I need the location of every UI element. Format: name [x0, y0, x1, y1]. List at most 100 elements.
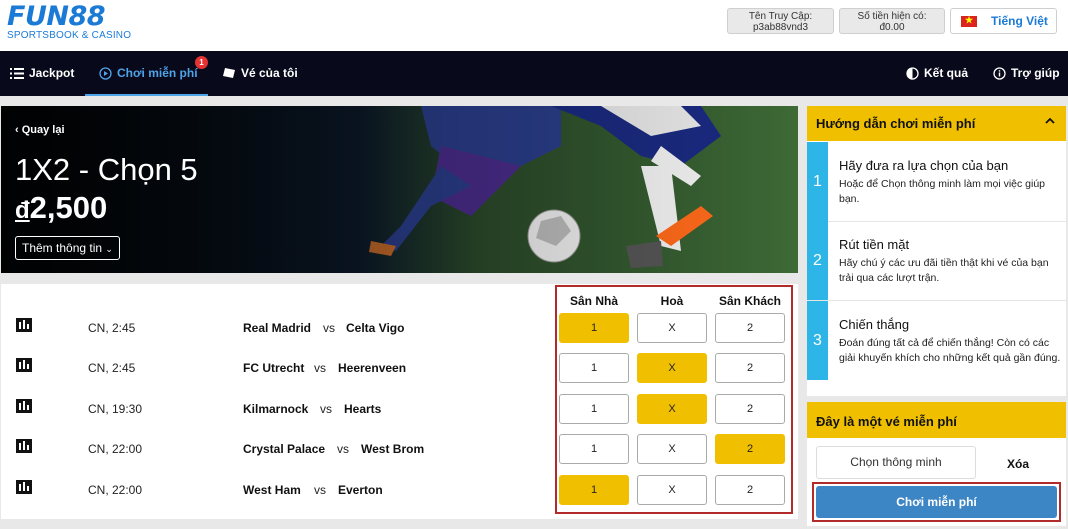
- match-time: CN, 22:00: [88, 442, 143, 456]
- away-team: Heerenveen: [338, 361, 407, 375]
- step-description: Hoặc để Chọn thông minh làm mọi việc giú…: [839, 178, 1046, 205]
- home-team: Kilmarnock: [243, 402, 309, 416]
- step-number: 1: [807, 142, 828, 221]
- ticket-title: Đây là một vé miễn phí: [807, 402, 1066, 438]
- balance-label: Số tiền hiện có:: [857, 11, 927, 22]
- nav-free-play-label: Chơi miễn phí: [117, 66, 198, 80]
- col-header-draw: Hoà: [660, 294, 684, 308]
- odds-away-button[interactable]: 2: [715, 313, 785, 343]
- logo-tagline: SPORTSBOOK & CASINO: [7, 30, 132, 41]
- nav-jackpot-label: Jackpot: [29, 66, 75, 80]
- nav-results-label: Kết quả: [924, 66, 969, 80]
- nav-results[interactable]: Kết quả: [906, 66, 968, 80]
- odds-draw-button[interactable]: X: [637, 394, 707, 424]
- stats-icon[interactable]: [16, 358, 32, 372]
- nav-my-tickets[interactable]: Vé của tôi: [222, 66, 298, 80]
- odds-away-button[interactable]: 2: [715, 394, 785, 424]
- currency-symbol: đ: [15, 197, 30, 224]
- prize-amount: đ2,500: [15, 190, 107, 226]
- step-description: Hãy chú ý các ưu đãi tiền thật khi vé củ…: [839, 257, 1049, 284]
- vs-label: vs: [337, 442, 349, 456]
- vs-label: vs: [323, 321, 335, 335]
- back-label: Quay lại: [21, 124, 65, 136]
- odds-away-button[interactable]: 2: [715, 353, 785, 383]
- odds-home-button[interactable]: 1: [559, 434, 629, 464]
- list-icon: [10, 67, 24, 79]
- match-time: CN, 22:00: [88, 483, 143, 497]
- odds-draw-button[interactable]: X: [637, 475, 707, 505]
- free-play-badge: 1: [195, 56, 208, 69]
- active-tab-indicator: [85, 94, 208, 96]
- home-team: Crystal Palace: [243, 442, 326, 456]
- how-to-play-panel: Hướng dẫn chơi miễn phí 1 Hãy đưa ra lựa…: [807, 106, 1066, 396]
- nav-free-play[interactable]: Chơi miễn phí: [99, 66, 198, 80]
- info-icon: [993, 66, 1006, 80]
- prize-value: 2,500: [29, 190, 108, 225]
- ticket-icon: [223, 68, 235, 78]
- nav-help[interactable]: Trợ giúp: [993, 66, 1060, 80]
- col-header-home: Sân Nhà: [569, 294, 618, 308]
- match-row: CN, 22:00 Crystal Palace vs West Brom: [1, 439, 541, 459]
- back-link[interactable]: ‹ Quay lại: [15, 124, 65, 136]
- balance-value: đ0.00: [879, 22, 905, 33]
- home-team: West Ham: [243, 483, 301, 497]
- odds-draw-button[interactable]: X: [637, 353, 707, 383]
- match-time: CN, 2:45: [88, 361, 136, 375]
- vietnam-flag-icon: ★: [961, 15, 977, 27]
- away-team: Everton: [338, 483, 383, 497]
- step-title: Rút tiền mặt: [839, 237, 910, 252]
- smart-pick-button[interactable]: Chọn thông minh: [816, 446, 976, 479]
- language-label: Tiếng Việt: [991, 14, 1048, 28]
- step-title: Chiến thắng: [839, 317, 910, 332]
- nav-help-label: Trợ giúp: [1011, 66, 1060, 80]
- guide-step: 2 Rút tiền mặt Hãy chú ý các ưu đãi tiền…: [807, 221, 1066, 301]
- more-info-label: Thêm thông tin: [22, 241, 103, 255]
- stats-icon[interactable]: [16, 399, 32, 413]
- clear-button[interactable]: Xóa: [1007, 457, 1029, 471]
- balance-box: Số tiền hiện có: đ0.00: [839, 8, 945, 34]
- step-number: 3: [807, 301, 828, 380]
- home-team: Real Madrid: [243, 321, 312, 335]
- odds-home-button[interactable]: 1: [559, 475, 629, 505]
- chevron-up-icon: [1045, 117, 1055, 124]
- stats-icon[interactable]: [16, 318, 32, 332]
- fun88-logo[interactable]: FUN88 SPORTSBOOK & CASINO: [7, 3, 131, 41]
- guide-step: 1 Hãy đưa ra lựa chọn của bạn Hoặc để Ch…: [807, 142, 1066, 222]
- vs-label: vs: [314, 361, 326, 375]
- odds-home-button[interactable]: 1: [559, 313, 629, 343]
- away-team: West Brom: [361, 442, 425, 456]
- odds-away-button[interactable]: 2: [715, 475, 785, 505]
- username-label: Tên Truy Cập:: [748, 11, 813, 22]
- language-selector[interactable]: ★ Tiếng Việt: [950, 8, 1057, 34]
- step-number: 2: [807, 221, 828, 300]
- game-hero-banner: ‹ Quay lại 1X2 - Chọn 5 đ2,500 Thêm thôn…: [1, 106, 798, 273]
- more-info-button[interactable]: Thêm thông tin ⌄: [15, 236, 120, 260]
- odds-home-button[interactable]: 1: [559, 353, 629, 383]
- guide-header[interactable]: Hướng dẫn chơi miễn phí: [807, 106, 1066, 141]
- col-header-away: Sân Khách: [718, 294, 781, 308]
- stats-icon[interactable]: [16, 480, 32, 494]
- match-row: CN, 19:30 Kilmarnock vs Hearts: [1, 399, 541, 419]
- top-bar: FUN88 SPORTSBOOK & CASINO Tên Truy Cập: …: [0, 0, 1068, 51]
- step-title: Hãy đưa ra lựa chọn của bạn: [839, 158, 1009, 173]
- odds-home-button[interactable]: 1: [559, 394, 629, 424]
- vs-label: vs: [320, 402, 332, 416]
- nav-my-tickets-label: Vé của tôi: [241, 66, 298, 80]
- odds-draw-button[interactable]: X: [637, 313, 707, 343]
- odds-selection-panel: Sân Nhà Hoà Sân Khách 1 X 2 1 X 2 1 X 2 …: [555, 285, 793, 514]
- football-players-image: [1, 106, 798, 273]
- away-team: Celta Vigo: [346, 321, 405, 335]
- guide-step: 3 Chiến thắng Đoán đúng tất cả để chiến …: [807, 301, 1066, 381]
- nav-jackpot[interactable]: Jackpot: [10, 66, 74, 80]
- home-team: FC Utrecht: [243, 361, 305, 375]
- odds-draw-button[interactable]: X: [637, 434, 707, 464]
- play-free-button[interactable]: Chơi miễn phí: [816, 486, 1057, 518]
- game-title: 1X2 - Chọn 5: [15, 152, 198, 187]
- match-time: CN, 2:45: [88, 321, 136, 335]
- stats-icon[interactable]: [16, 439, 32, 453]
- away-team: Hearts: [344, 402, 382, 416]
- chevron-down-icon: ⌄: [105, 244, 113, 254]
- play-button-highlight: Chơi miễn phí: [812, 482, 1061, 522]
- guide-title: Hướng dẫn chơi miễn phí: [816, 116, 976, 131]
- odds-away-button[interactable]: 2: [715, 434, 785, 464]
